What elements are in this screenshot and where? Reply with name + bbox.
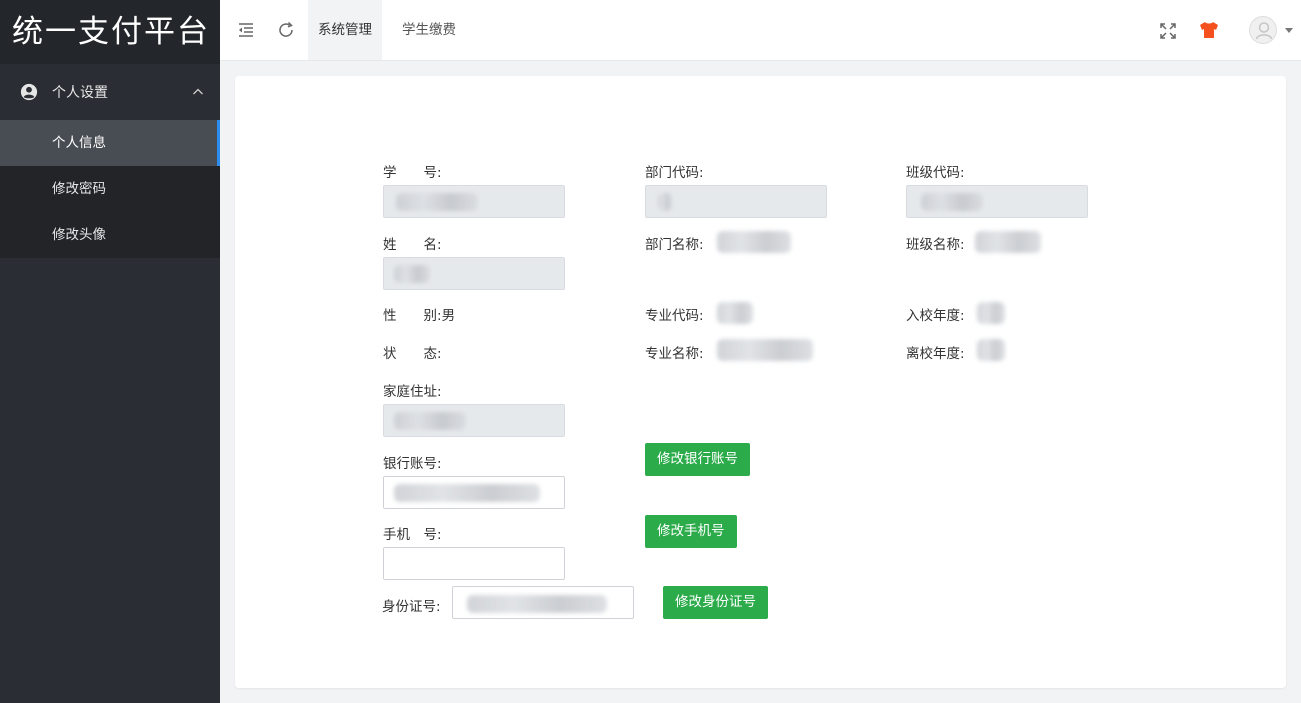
major-name-label: 专业名称:: [645, 346, 704, 362]
dept-name-value: [717, 231, 791, 253]
change-bank-account-button[interactable]: 修改银行账号: [645, 443, 750, 476]
class-name-value: [975, 231, 1041, 253]
app-logo-title: 统一支付平台: [0, 0, 220, 64]
user-circle-icon: [20, 83, 38, 101]
phone-input[interactable]: [383, 547, 565, 580]
sidebar-group-personal-settings[interactable]: 个人设置: [0, 64, 220, 120]
enroll-year-value: [977, 302, 1005, 324]
change-phone-button[interactable]: 修改手机号: [645, 515, 737, 548]
major-code-label: 专业代码:: [645, 308, 704, 324]
avatar-user-icon: [1255, 22, 1273, 40]
address-field: [383, 404, 565, 437]
class-code-field: [906, 185, 1088, 218]
name-field: [383, 257, 565, 290]
top-header: 系统管理 学生缴费: [220, 0, 1301, 61]
student-id-field: [383, 185, 565, 218]
phone-label: 手机 号:: [383, 527, 442, 543]
address-label: 家庭住址:: [383, 384, 442, 400]
change-id-card-button[interactable]: 修改身份证号: [663, 586, 768, 619]
major-name-value: [717, 339, 813, 361]
sidebar-item-change-password[interactable]: 修改密码: [0, 166, 220, 212]
tab-system-management[interactable]: 系统管理: [308, 0, 382, 60]
refresh-icon[interactable]: [276, 20, 296, 40]
dept-code-field: [645, 185, 827, 218]
gender-label: 性 别:男: [383, 308, 456, 324]
chevron-up-icon: [193, 88, 203, 95]
status-label: 状 态:: [383, 346, 442, 362]
bank-account-input[interactable]: [383, 476, 565, 509]
avatar[interactable]: [1249, 16, 1277, 44]
sidebar: 统一支付平台 个人设置 个人信息 修改密码 修改头像: [0, 0, 220, 703]
sidebar-item-change-avatar[interactable]: 修改头像: [0, 212, 220, 258]
sidebar-submenu: 个人信息 修改密码 修改头像: [0, 120, 220, 258]
bank-account-label: 银行账号:: [383, 456, 442, 472]
sidebar-group-label: 个人设置: [52, 85, 108, 101]
student-id-label: 学 号:: [383, 165, 442, 181]
major-code-value: [717, 302, 753, 324]
id-card-label: 身份证号:: [382, 599, 441, 615]
fullscreen-icon[interactable]: [1159, 22, 1177, 40]
sidebar-item-personal-info[interactable]: 个人信息: [0, 120, 220, 166]
id-card-input[interactable]: [452, 586, 634, 619]
dept-code-label: 部门代码:: [645, 165, 704, 181]
theme-shirt-icon[interactable]: [1198, 20, 1220, 40]
gender-value: 男: [441, 308, 456, 324]
enroll-year-label: 入校年度:: [906, 308, 965, 324]
menu-fold-icon[interactable]: [236, 20, 256, 40]
caret-down-icon[interactable]: [1285, 28, 1293, 33]
leave-year-value: [977, 339, 1005, 361]
name-label: 姓 名:: [383, 237, 442, 253]
dept-name-label: 部门名称:: [645, 237, 704, 253]
leave-year-label: 离校年度:: [906, 346, 965, 362]
class-name-label: 班级名称:: [906, 237, 965, 253]
personal-info-card: 学 号: 部门代码: 班级代码: 姓 名: 部门名称: 班级名称: 性 别:男 …: [235, 76, 1286, 688]
class-code-label: 班级代码:: [906, 165, 965, 181]
tab-student-payment[interactable]: 学生缴费: [392, 0, 466, 60]
